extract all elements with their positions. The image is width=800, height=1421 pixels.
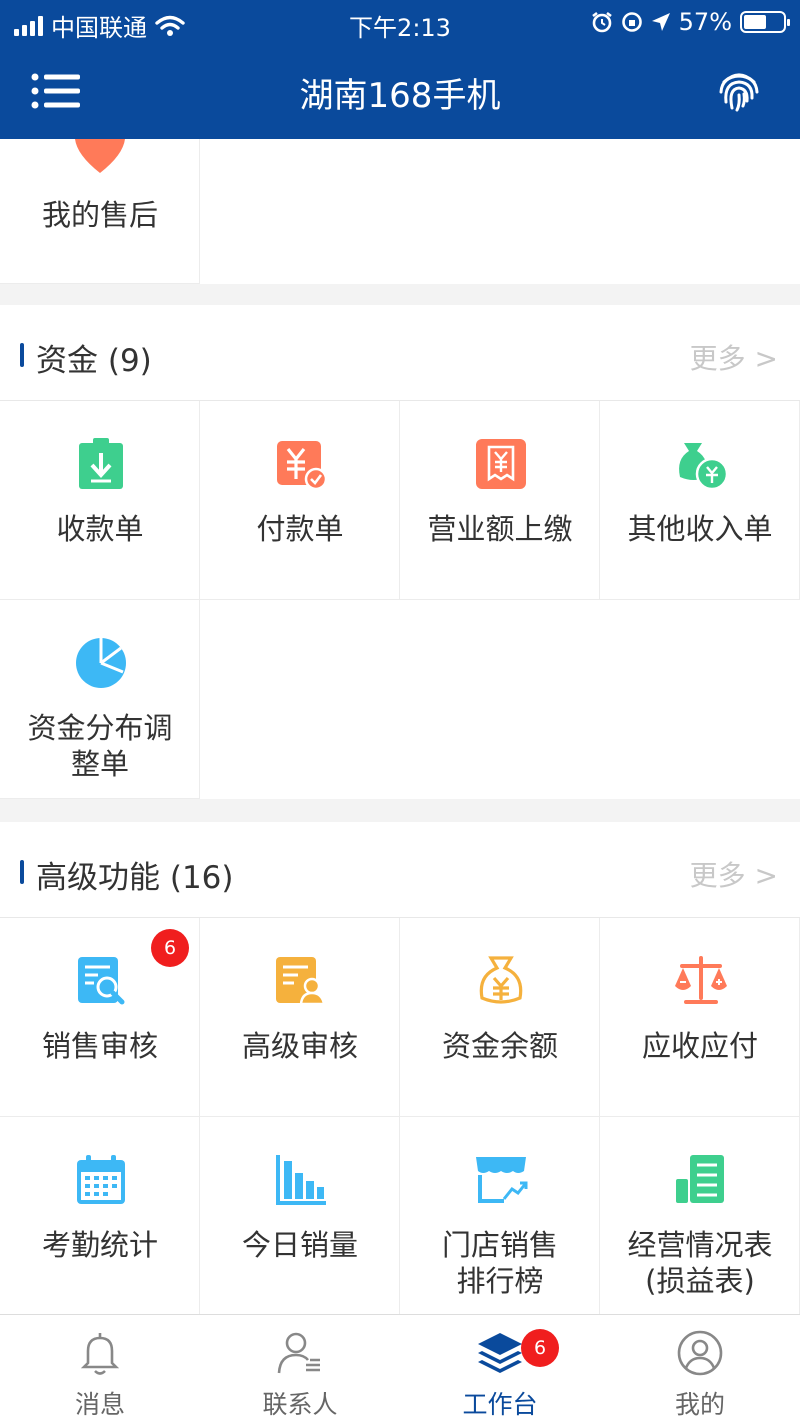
advanced-item-label: 销售审核 [41, 1029, 158, 1063]
tab-label: 消息 [74, 1390, 125, 1419]
tab-label: 工作台 [462, 1390, 538, 1419]
funds-section: 资金 (9) 更多 > 收款单 付款单 营业额上缴 其他收入单 资金分布调 整单 [0, 305, 800, 799]
bar-chart-icon [276, 1155, 326, 1205]
funds-item-label: 收款单 [56, 512, 144, 546]
funds-title: 资金 (9) [36, 343, 152, 379]
funds-header: 资金 (9) 更多 > [0, 305, 800, 401]
funds-item-turnover[interactable]: 营业额上缴 [400, 401, 600, 600]
status-bar: 中国联通 下午2:13 57% [0, 0, 800, 44]
tab-label: 我的 [674, 1390, 725, 1419]
advanced-item-label: 考勤统计 [41, 1228, 158, 1262]
funds-item-label: 其他收入单 [627, 512, 773, 546]
funds-item-receipt[interactable]: 收款单 [0, 401, 200, 600]
receipt-down-icon [79, 438, 123, 489]
advanced-item-label: 经营情况表 (损益表) [627, 1228, 773, 1298]
funds-item-distribution[interactable]: 资金分布调 整单 [0, 600, 200, 799]
yuan-bill-icon [476, 439, 526, 489]
advanced-item-label: 应收应付 [641, 1029, 758, 1063]
fingerprint-icon[interactable] [716, 68, 762, 114]
advanced-item-attendance[interactable]: 考勤统计 [0, 1117, 200, 1322]
after-sales-item[interactable]: 我的售后 [0, 139, 200, 284]
title-bar: 湖南168手机 [0, 50, 800, 134]
funds-item-payment[interactable]: 付款单 [200, 401, 400, 600]
funds-grid: 收款单 付款单 营业额上缴 其他收入单 资金分布调 整单 [0, 401, 800, 799]
top-bar: 中国联通 下午2:13 57% 湖南168手机 [0, 0, 800, 139]
rotation-lock-icon [621, 12, 642, 32]
after-sales-section: 我的售后 [0, 139, 800, 284]
tab-mine[interactable]: 我的 [600, 1315, 800, 1421]
doc-user-icon [276, 957, 326, 1006]
heart-icon [75, 139, 125, 173]
funds-item-label: 资金分布调 整单 [27, 711, 173, 781]
notification-badge: 6 [151, 929, 189, 967]
pie-chart-icon [76, 638, 126, 688]
advanced-header: 高级功能 (16) 更多 > [0, 822, 800, 918]
tab-messages[interactable]: 消息 [0, 1315, 200, 1421]
funds-item-label: 营业额上缴 [427, 512, 573, 546]
store-chart-icon [476, 1157, 528, 1203]
funds-item-other-income[interactable]: 其他收入单 [600, 401, 800, 600]
advanced-item-today-sales[interactable]: 今日销量 [200, 1117, 400, 1322]
advanced-item-fund-balance[interactable]: 资金余额 [400, 918, 600, 1117]
funds-item-label: 付款单 [256, 512, 344, 546]
calendar-icon [77, 1155, 125, 1204]
bottom-tab-bar: 消息 联系人 工作台 6 我的 [0, 1314, 800, 1421]
scale-icon [675, 956, 727, 1004]
battery-percent: 57% [678, 8, 732, 36]
funds-more-link[interactable]: 更多 > [690, 337, 778, 377]
section-marker [20, 860, 24, 884]
notification-badge: 6 [521, 1329, 559, 1367]
tab-label: 联系人 [262, 1390, 338, 1419]
tab-contacts[interactable]: 联系人 [200, 1315, 400, 1421]
advanced-item-label: 资金余额 [441, 1029, 558, 1063]
battery-icon [740, 11, 790, 33]
advanced-title: 高级功能 (16) [36, 860, 234, 896]
advanced-item-store-ranking[interactable]: 门店销售 排行榜 [400, 1117, 600, 1322]
ledger-icon [676, 1155, 724, 1203]
advanced-item-business-report[interactable]: 经营情况表 (损益表) [600, 1117, 800, 1322]
page-title: 湖南168手机 [299, 76, 501, 116]
advanced-grid: 销售审核 6 高级审核 资金余额 应收应付 考勤统计 今日销量 门店销售 排行榜… [0, 918, 800, 1322]
yuan-check-icon [277, 441, 328, 491]
contacts-icon [277, 1332, 320, 1374]
alarm-icon [591, 11, 612, 33]
advanced-section: 高级功能 (16) 更多 > 销售审核 6 高级审核 资金余额 应收应付 考勤统… [0, 822, 800, 1322]
location-icon [651, 13, 670, 31]
doc-search-icon [78, 957, 125, 1005]
tab-workbench[interactable]: 工作台 6 [400, 1315, 600, 1421]
profile-icon [677, 1330, 723, 1376]
advanced-item-advanced-review[interactable]: 高级审核 [200, 918, 400, 1117]
layers-icon [478, 1333, 522, 1373]
money-bag-icon [679, 443, 728, 491]
advanced-more-link[interactable]: 更多 > [690, 854, 778, 894]
advanced-item-label: 门店销售 排行榜 [441, 1228, 558, 1298]
advanced-item-label: 今日销量 [241, 1228, 358, 1262]
bell-icon [80, 1333, 120, 1375]
section-marker [20, 343, 24, 367]
advanced-item-label: 高级审核 [241, 1029, 358, 1063]
yuan-bag-icon [479, 956, 523, 1004]
after-sales-label: 我的售后 [41, 198, 158, 232]
advanced-item-sales-review[interactable]: 销售审核 6 [0, 918, 200, 1117]
advanced-item-receivables[interactable]: 应收应付 [600, 918, 800, 1117]
